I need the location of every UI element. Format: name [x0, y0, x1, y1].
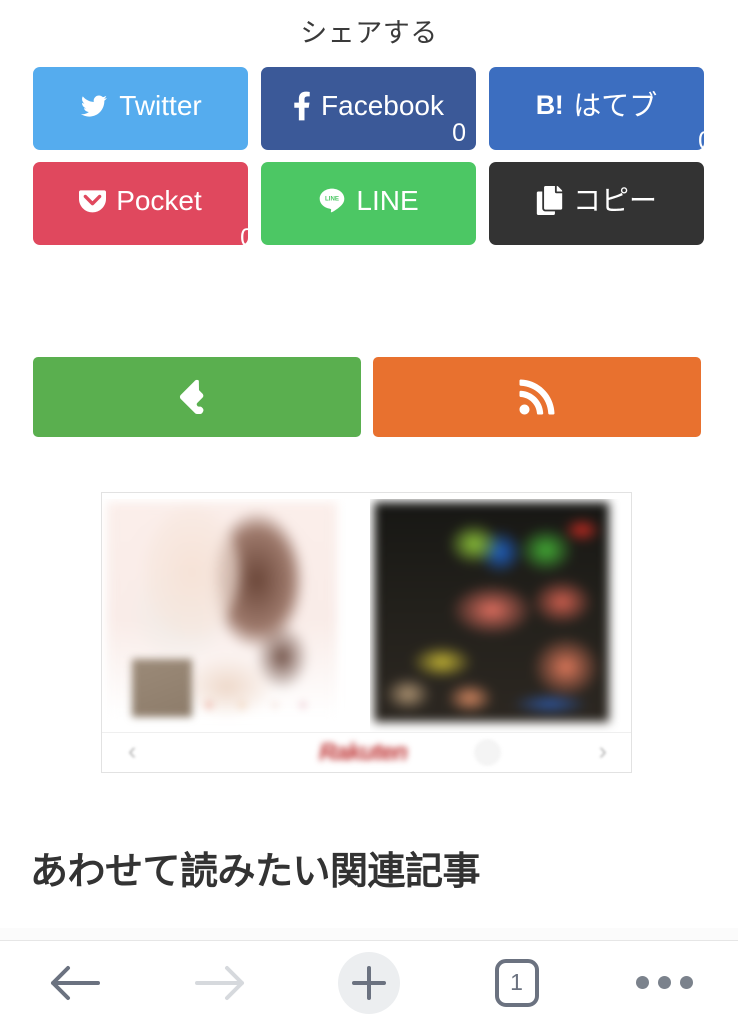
plus-icon [349, 963, 389, 1003]
ad-slide-2[interactable] [370, 499, 631, 739]
rss-button[interactable] [373, 357, 701, 437]
browser-bar-gap [0, 928, 738, 940]
hatena-icon: B! [535, 90, 564, 120]
related-articles-heading: あわせて読みたい関連記事 [30, 851, 481, 893]
browser-toolbar: 1 [0, 940, 738, 1024]
browser-menu-button[interactable] [590, 941, 738, 1024]
browser-tabs-button[interactable]: 1 [443, 941, 591, 1024]
share-row-1: Twitter Facebook 0 B! はてブ 0 [33, 67, 712, 154]
share-buttons-grid: Twitter Facebook 0 B! はてブ 0 Pocket 0 LIN… [33, 67, 712, 257]
dot-2 [657, 976, 671, 989]
ad-prev-arrow-icon[interactable]: ‹ [128, 739, 136, 764]
share-button-facebook[interactable]: Facebook 0 [261, 67, 476, 150]
forward-arrow-icon [195, 962, 247, 1004]
svg-text:LINE: LINE [325, 195, 339, 202]
share-button-copy[interactable]: コピー [489, 162, 704, 245]
ad-carousel[interactable]: ‹ Rakuten › [101, 492, 632, 773]
rss-icon [517, 377, 557, 417]
share-button-label: Pocket [116, 184, 202, 216]
browser-back-button[interactable] [0, 941, 148, 1024]
share-button-label: LINE [356, 184, 419, 216]
twitter-icon [79, 93, 109, 119]
feedly-icon [177, 377, 217, 417]
share-count: 0 [698, 127, 712, 155]
share-button-hatena[interactable]: B! はてブ 0 [489, 67, 712, 154]
ad-slides [102, 499, 631, 739]
back-arrow-icon [48, 962, 100, 1004]
share-button-label: コピー [572, 184, 657, 216]
ad-slide-1[interactable] [102, 499, 370, 739]
copy-icon [536, 186, 563, 215]
share-count: 0 [452, 119, 466, 147]
browser-forward-button[interactable] [148, 941, 296, 1024]
share-button-line[interactable]: LINE LINE [261, 162, 476, 245]
tab-count-label: 1 [510, 969, 523, 995]
ad-control-bar: ‹ Rakuten › [102, 732, 631, 772]
dot-3 [679, 976, 693, 989]
browser-new-tab-button[interactable] [295, 941, 443, 1024]
more-dots-icon [635, 976, 693, 989]
share-row-2: Pocket 0 LINE LINE コピー [33, 162, 705, 251]
share-button-label: Facebook [321, 89, 444, 121]
pocket-icon [79, 187, 107, 214]
ad-next-arrow-icon[interactable]: › [599, 739, 607, 764]
feedly-button[interactable] [33, 357, 361, 437]
feed-buttons-row [33, 357, 701, 437]
ad-product-image-2 [374, 502, 609, 722]
ad-info-dot-icon[interactable] [474, 739, 501, 766]
line-icon: LINE [318, 187, 346, 215]
ad-product-badge-1 [132, 659, 192, 717]
share-count: 0 [240, 224, 254, 252]
rakuten-logo: Rakuten [319, 739, 408, 766]
page-root: シェアする Twitter Facebook 0 B! はてブ 0 Pocket… [0, 0, 738, 1024]
share-button-label: はてブ [573, 89, 658, 121]
share-button-twitter[interactable]: Twitter [33, 67, 248, 150]
ad-product-swatches-1 [197, 694, 317, 716]
dot-1 [635, 976, 649, 989]
share-section-heading: シェアする [300, 18, 438, 48]
share-button-label: Twitter [119, 89, 202, 121]
share-button-pocket[interactable]: Pocket 0 [33, 162, 254, 251]
facebook-icon [293, 91, 311, 121]
plus-icon-circle [337, 951, 400, 1014]
tab-count-icon: 1 [494, 958, 539, 1007]
